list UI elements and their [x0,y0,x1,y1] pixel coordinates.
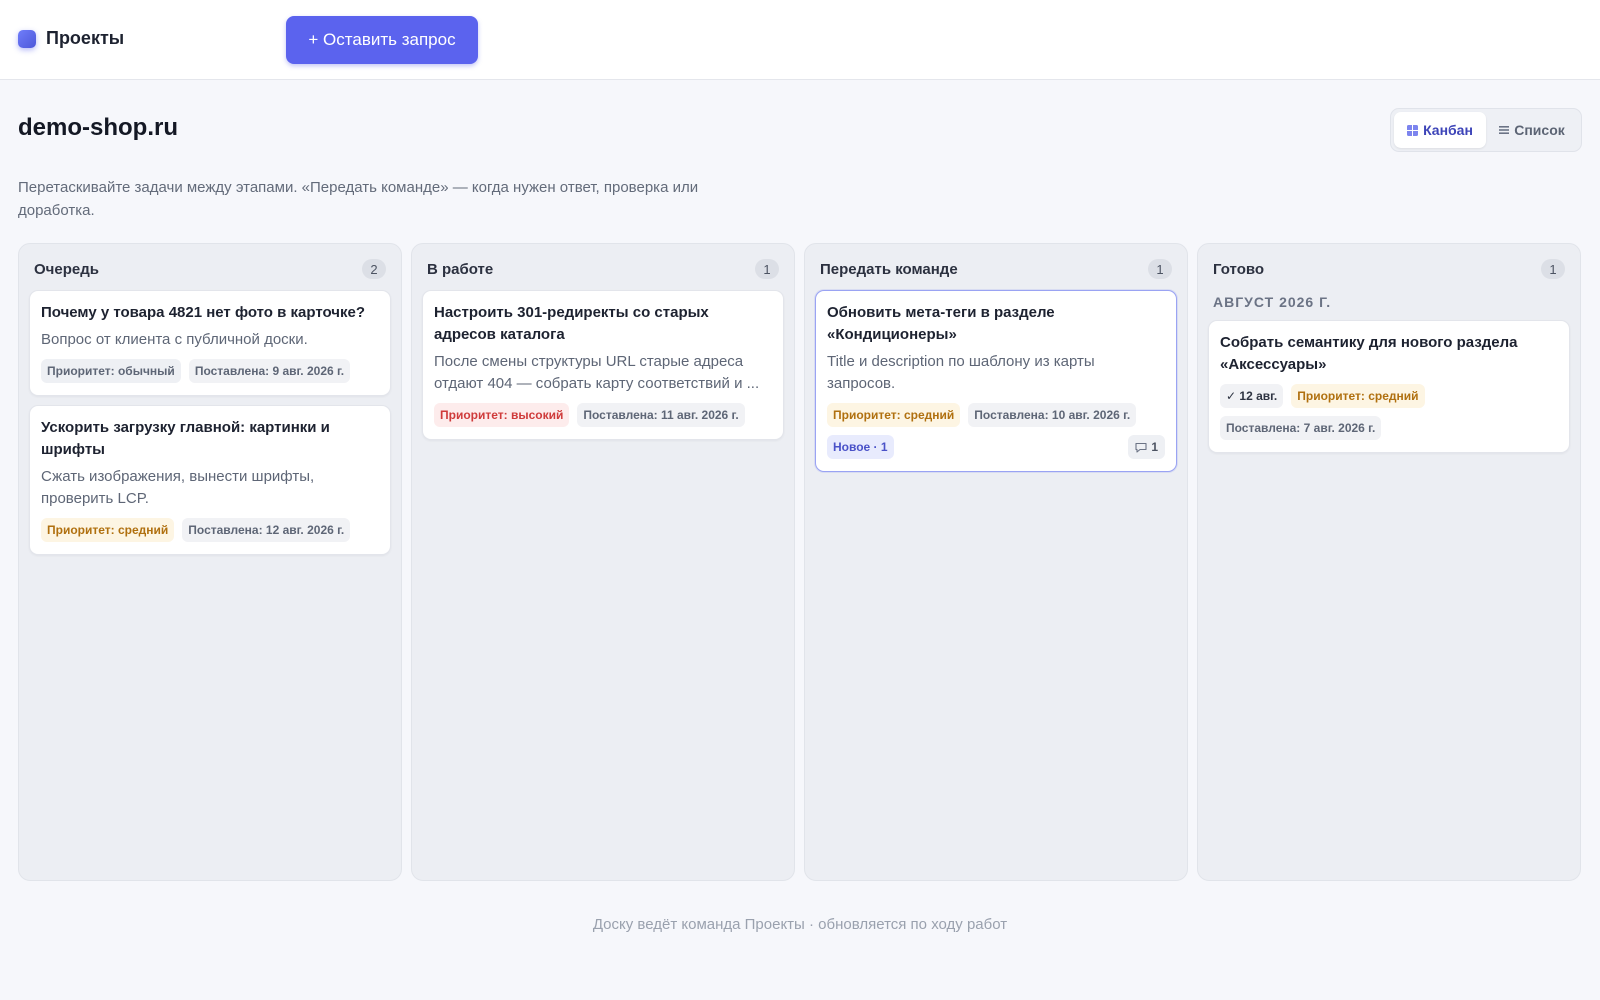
column-title: Готово [1213,260,1265,278]
comment-icon [1135,442,1147,453]
posted-date-badge: Поставлена: 7 авг. 2026 г. [1220,416,1382,440]
task-card[interactable]: Почему у товара 4821 нет фото в карточке… [29,290,391,396]
column-count: 1 [755,259,779,279]
priority-badge: Приоритет: средний [41,518,175,542]
posted-date-badge: Поставлена: 11 авг. 2026 г. [577,403,745,427]
column-title: Передать команде [820,260,958,278]
brand-name: Проекты [46,28,125,48]
list-label: Список [1514,122,1565,138]
kanban-label: Канбан [1423,122,1473,138]
task-card[interactable]: Обновить мета-теги в разделе «Кондиционе… [815,290,1177,472]
brand[interactable]: Проекты [18,28,124,49]
completed-date-badge: ✓ 12 авг. [1220,384,1284,408]
month-group-heading: АВГУСТ 2026 Г. [1213,294,1332,310]
kanban-view-button[interactable]: Канбан [1394,112,1486,148]
column-in-progress: В работе 1 Настроить 301-редиректы со ст… [411,243,795,881]
view-toggle: Канбан Список [1390,108,1582,152]
list-icon [1499,126,1510,134]
column-count: 1 [1148,259,1172,279]
page-title: demo-shop.ru [18,114,178,141]
posted-date-badge: Поставлена: 12 авг. 2026 г. [182,518,351,542]
card-description: Сжать изображения, вынести шрифты, прове… [41,468,315,507]
top-bar: Проекты + Оставить запрос [0,0,1600,80]
app-logo-icon [18,29,36,48]
card-description: После смены структуры URL старые адреса … [434,353,760,392]
column-queue: Очередь 2 Почему у товара 4821 нет фото … [18,243,402,881]
column-count: 2 [362,259,386,279]
priority-badge: Приоритет: высокий [434,403,570,427]
column-title: В работе [427,260,494,278]
posted-date-badge: Поставлена: 10 авг. 2026 г. [968,403,1137,427]
page-description: Перетаскивайте задачи между этапами. «Пе… [18,179,699,219]
footer-note: Доску ведёт команда Проекты · обновляетс… [592,916,1008,933]
list-view-button[interactable]: Список [1486,112,1578,148]
column-title: Очередь [34,260,99,278]
posted-date-badge: Поставлена: 9 авг. 2026 г. [188,359,351,383]
priority-badge: Приоритет: средний [1291,384,1425,408]
leave-request-button[interactable]: + Оставить запрос [286,16,478,64]
task-card[interactable]: Настроить 301-редиректы со старых адресо… [422,290,784,440]
status-badge: Новое · 1 [827,435,894,459]
card-description: Вопрос от клиента с публичной доски. [41,331,308,348]
card-title: Настроить 301-редиректы со старых адресо… [434,304,709,343]
column-done: Готово 1 АВГУСТ 2026 Г. Собрать семантик… [1197,243,1581,881]
card-title: Обновить мета-теги в разделе «Кондиционе… [827,304,1055,343]
card-description: Title и description по шаблону из карты … [827,353,1095,392]
column-count: 1 [1541,259,1565,279]
priority-badge: Приоритет: обычный [41,359,181,383]
card-title: Собрать семантику для нового раздела «Ак… [1220,334,1518,373]
task-card[interactable]: Собрать семантику для нового раздела «Ак… [1208,320,1570,453]
grid-icon [1407,124,1419,136]
column-hand-off: Передать команде 1 Обновить мета-теги в … [804,243,1188,881]
priority-badge: Приоритет: средний [827,403,961,427]
comments-count: 1 [1151,440,1158,454]
card-title: Почему у товара 4821 нет фото в карточке… [41,304,366,321]
comments-chip[interactable]: 1 [1128,435,1165,459]
card-title: Ускорить загрузку главной: картинки и шр… [41,419,330,458]
task-card[interactable]: Ускорить загрузку главной: картинки и шр… [29,405,391,555]
